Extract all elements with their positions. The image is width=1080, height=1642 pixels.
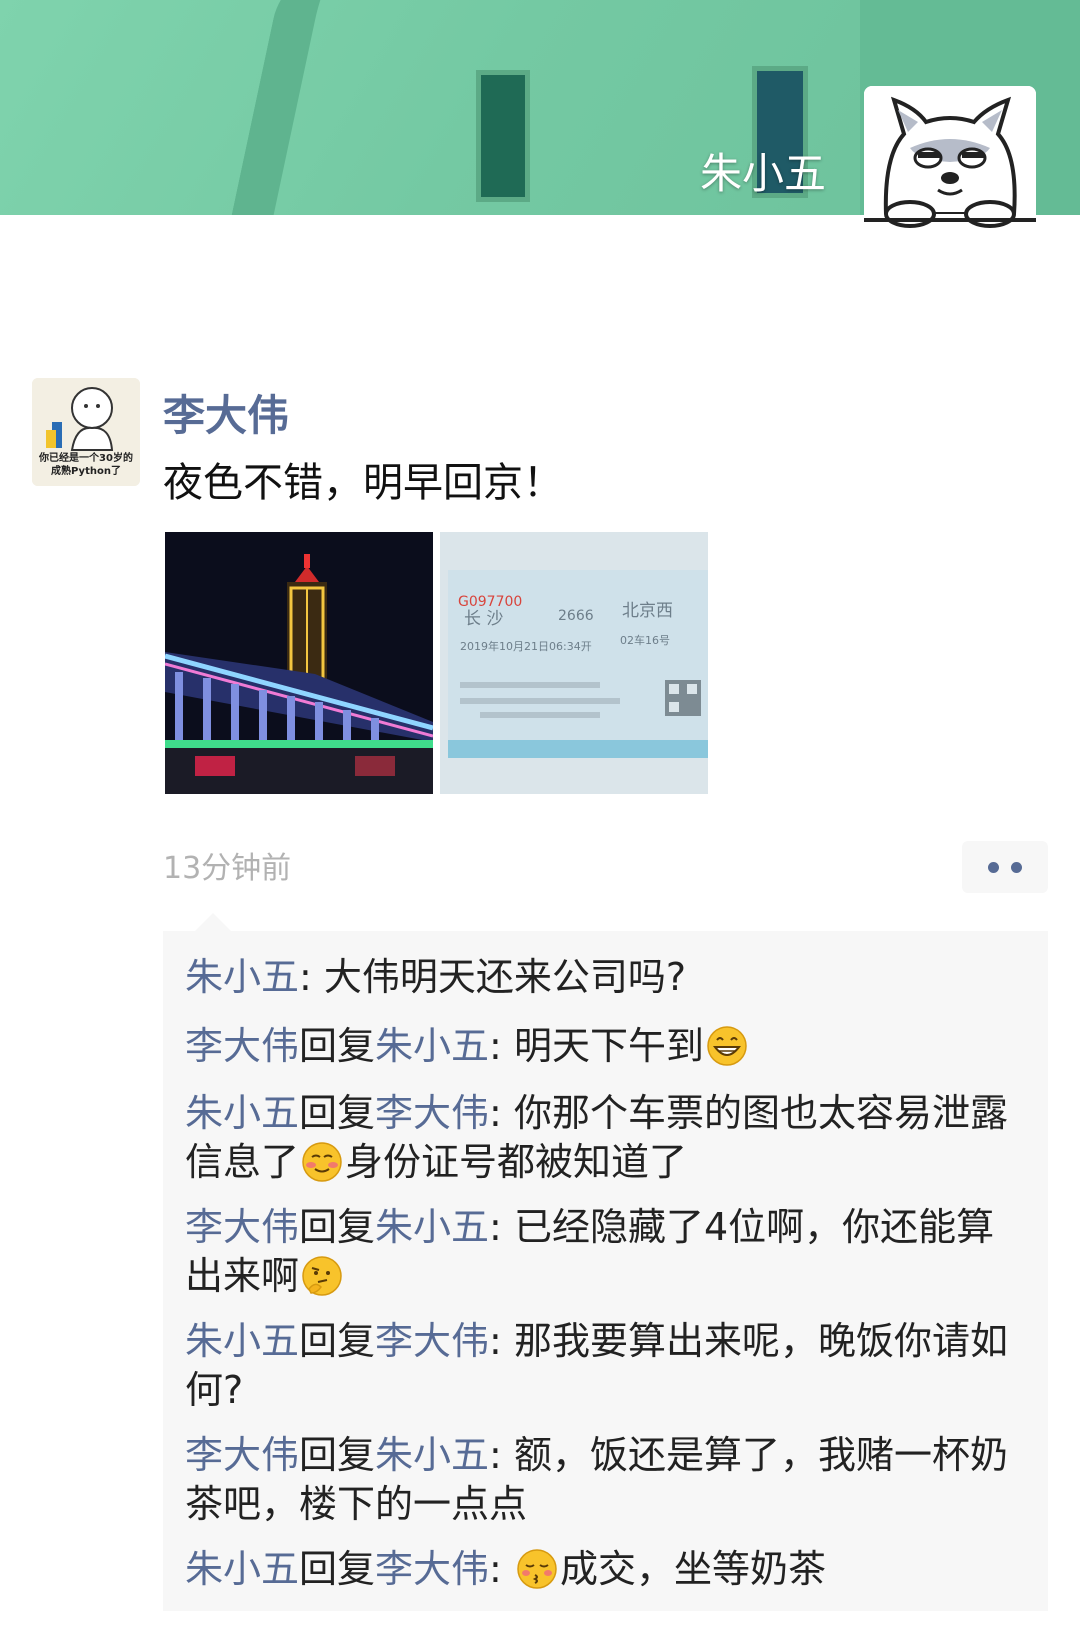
ticket-to: 北京西	[622, 601, 673, 621]
cover-window	[476, 70, 530, 202]
ticket-date: 2019年10月21日06:34开	[460, 639, 592, 653]
ticket-seat: 02车16号	[620, 633, 670, 647]
comment-item[interactable]: 朱小五回复李大伟: 你那个车票的图也太容易泄露信息了 身份证号都被知道了	[185, 1089, 1025, 1187]
comment-item[interactable]: 李大伟回复朱小五: 明天下午到	[185, 1022, 1025, 1071]
post-text: 夜色不错，明早回京！	[163, 460, 563, 506]
comment-item[interactable]: 李大伟回复朱小五: 额，饭还是算了，我赌一杯奶茶吧，楼下的一点点	[185, 1431, 1025, 1529]
reply-word: 回复	[299, 1091, 376, 1135]
comment-item[interactable]: 李大伟回复朱小五: 已经隐藏了4位啊，你还能算出来啊	[185, 1203, 1025, 1301]
comment-text: 身份证号都被知道了	[345, 1140, 688, 1184]
reply-target[interactable]: 朱小五	[375, 1205, 489, 1249]
ticket-from: 长 沙	[464, 609, 503, 629]
comment-text: 成交，坐等奶茶	[559, 1547, 826, 1591]
comment-item[interactable]: 朱小五: 大伟明天还来公司吗?	[185, 953, 1025, 1002]
comment-colon: :	[489, 1205, 514, 1249]
reply-word: 回复	[299, 1433, 376, 1477]
photo-night-station[interactable]	[165, 532, 433, 794]
comment-colon: :	[299, 955, 324, 999]
reply-target[interactable]: 李大伟	[375, 1547, 489, 1591]
ticket-number: G097700	[458, 594, 522, 610]
avatar-caption-line: 你已经是一个30岁的	[39, 453, 133, 464]
comment-author[interactable]: 朱小五	[185, 1091, 299, 1135]
owner-name[interactable]: 朱小五	[700, 140, 826, 201]
comment-author[interactable]: 李大伟	[185, 1024, 299, 1068]
reply-word: 回复	[299, 1205, 376, 1249]
grin-emoji-icon	[707, 1026, 747, 1066]
reply-target[interactable]: 朱小五	[375, 1024, 489, 1068]
comment-author[interactable]: 朱小五	[185, 1547, 299, 1591]
reply-target[interactable]: 李大伟	[375, 1091, 489, 1135]
photo-train-ticket[interactable]: G097700 长 沙 2666 北京西 2019年10月21日06:34开 0…	[440, 532, 708, 794]
comment-colon: :	[489, 1547, 514, 1591]
author-name[interactable]: 李大伟	[163, 382, 289, 443]
comment-colon: :	[489, 1024, 514, 1068]
more-dot-icon	[988, 861, 999, 873]
comment-colon: :	[489, 1319, 514, 1363]
comment-colon: :	[489, 1091, 514, 1135]
comment-author[interactable]: 朱小五	[185, 1319, 299, 1363]
comment-author[interactable]: 李大伟	[185, 1433, 299, 1477]
reply-word: 回复	[299, 1547, 376, 1591]
husky-icon	[864, 86, 1036, 232]
comment-section: 朱小五: 大伟明天还来公司吗? 李大伟回复朱小五: 明天下午到 朱小五回复李大伟…	[163, 913, 1048, 1611]
comment-item[interactable]: 朱小五回复李大伟: 那我要算出来呢，晚饭你请如何?	[185, 1317, 1025, 1415]
comment-item[interactable]: 朱小五回复李大伟: 成交，坐等奶茶	[185, 1545, 1025, 1594]
avatar-caption: 你已经是一个30岁的 成熟Python了	[35, 452, 137, 478]
ticket-train: 2666	[558, 608, 594, 624]
avatar-caption-line: 成熟Python了	[51, 466, 121, 477]
smirk-emoji-icon	[302, 1142, 342, 1182]
comment-author[interactable]: 朱小五	[185, 955, 299, 999]
comment-text: 大伟明天还来公司吗?	[323, 955, 687, 999]
comment-colon: :	[489, 1433, 514, 1477]
thinking-emoji-icon	[302, 1256, 342, 1296]
author-avatar[interactable]: 你已经是一个30岁的 成熟Python了	[32, 378, 140, 486]
kiss-emoji-icon	[517, 1549, 557, 1589]
reply-target[interactable]: 朱小五	[375, 1433, 489, 1477]
comment-arrow	[195, 913, 231, 931]
reply-word: 回复	[299, 1319, 376, 1363]
reply-word: 回复	[299, 1024, 376, 1068]
comment-text: 明天下午到	[513, 1024, 704, 1068]
owner-avatar[interactable]	[864, 86, 1036, 232]
more-button[interactable]	[962, 841, 1048, 893]
reply-target[interactable]: 李大伟	[375, 1319, 489, 1363]
more-dot-icon	[1011, 861, 1022, 873]
cover-arch	[224, 0, 448, 215]
post-time: 13分钟前	[163, 851, 292, 886]
comment-author[interactable]: 李大伟	[185, 1205, 299, 1249]
